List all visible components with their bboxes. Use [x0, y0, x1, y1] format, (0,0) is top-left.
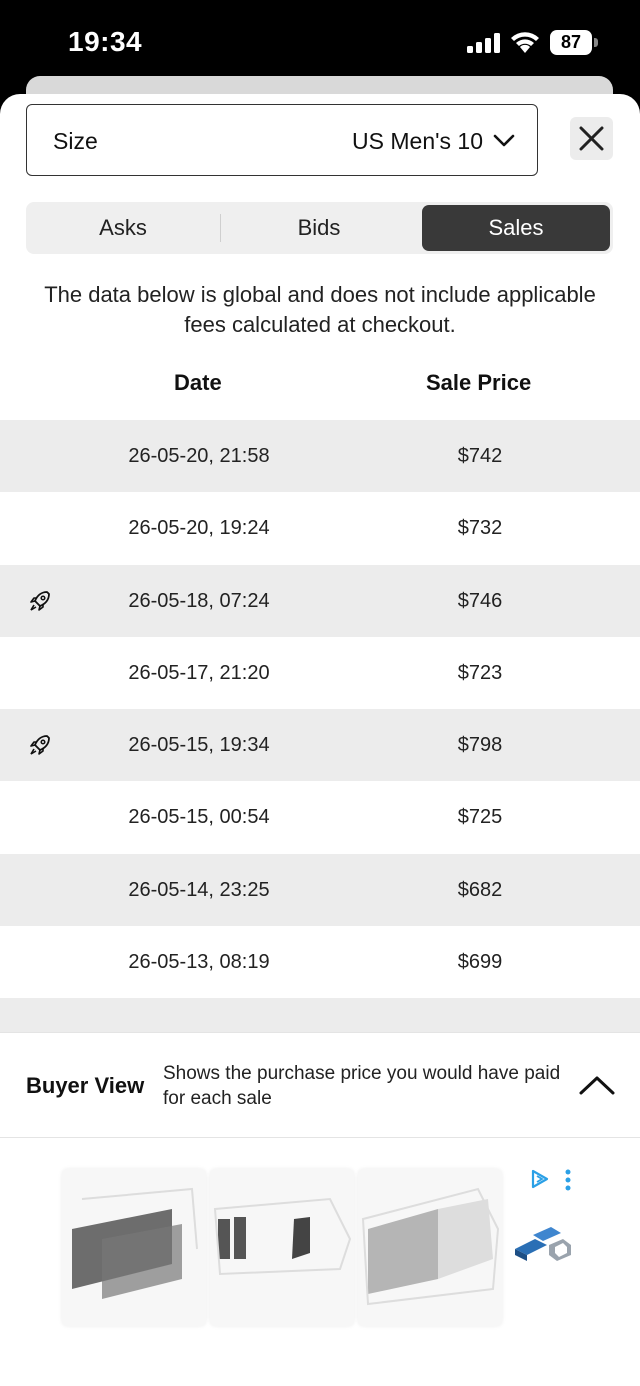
table-row: 26-05-15, 00:54 $725: [0, 781, 640, 853]
sale-price: $723: [457, 661, 503, 684]
status-bar: 19:34 87: [0, 0, 640, 86]
sale-date: 26-05-17, 21:20: [128, 661, 270, 684]
tab-sales[interactable]: Sales: [422, 205, 610, 251]
battery-indicator: 87: [550, 30, 598, 55]
table-row: 26-05-20, 19:24 $732: [0, 492, 640, 564]
sale-price: $798: [457, 734, 503, 757]
table-row: 26-05-20, 21:58 $742: [0, 420, 640, 493]
status-time: 19:34: [68, 26, 143, 57]
sale-date: 26-05-18, 07:24: [128, 589, 270, 612]
sale-date: 26-05-20, 19:24: [128, 517, 270, 540]
tab-bids[interactable]: Bids: [221, 202, 417, 254]
ad-product-image[interactable]: [210, 1169, 354, 1326]
column-header-sale-price: Sale Price: [426, 370, 532, 395]
sale-price: $725: [457, 806, 503, 829]
battery-level: 87: [550, 30, 592, 55]
sales-history-sheet: Size US Men's 10 Asks Bids Sales The dat…: [0, 94, 640, 1386]
sale-date: 26-05-15, 00:54: [128, 806, 270, 829]
sale-price: $742: [457, 445, 503, 467]
table-row: 26-05-18, 07:24 $746: [0, 564, 640, 637]
buyer-view-description: Shows the purchase price you would have …: [163, 1063, 561, 1109]
ad-product-image[interactable]: [358, 1169, 502, 1326]
table-row-partial: [0, 998, 640, 1032]
column-header-date: Date: [174, 370, 222, 395]
close-button[interactable]: [570, 117, 613, 160]
size-value: US Men's 10: [352, 128, 483, 154]
sale-price: $732: [457, 517, 503, 540]
table-row: 26-05-15, 19:34 $798: [0, 709, 640, 782]
ad-product-image[interactable]: [62, 1169, 206, 1326]
sale-date: 26-05-13, 08:19: [128, 951, 270, 974]
size-label: Size: [53, 128, 98, 154]
table-row: 26-05-13, 08:19 $699: [0, 926, 640, 998]
sale-price: $699: [457, 951, 503, 974]
buyer-view-bar[interactable]: Buyer View Shows the purchase price you …: [0, 1032, 640, 1138]
battery-nub: [594, 38, 598, 47]
van-interior-image: [361, 1187, 500, 1306]
sale-price: $746: [457, 589, 503, 612]
sales-table[interactable]: 26-05-20, 21:58 $742 26-05-20, 19:24 $732 26…: [0, 420, 640, 1032]
tab-bar: Asks Bids Sales: [26, 202, 613, 254]
ad-choices-icon[interactable]: [530, 1169, 550, 1189]
ad-banner[interactable]: [0, 1139, 640, 1386]
table-row: 26-05-17, 21:20 $723: [0, 637, 640, 709]
wifi-icon: [511, 32, 539, 53]
rocket-icon: [28, 733, 52, 757]
sale-price: $682: [457, 878, 503, 901]
tab-asks[interactable]: Asks: [26, 202, 220, 254]
size-selector[interactable]: Size US Men's 10: [26, 104, 538, 176]
van-panel-image: [72, 1187, 198, 1299]
sale-date: 26-05-15, 19:34: [128, 734, 270, 757]
table-row: 26-05-14, 23:25 $682: [0, 853, 640, 927]
van-floor-image: [213, 1197, 352, 1276]
ad-menu-icon[interactable]: [563, 1169, 573, 1191]
advertiser-logo-icon[interactable]: [513, 1221, 575, 1265]
data-notice: The data below is global and does not in…: [44, 282, 596, 337]
sale-date: 26-05-14, 23:25: [128, 878, 270, 901]
chevron-down-icon: [493, 134, 515, 147]
cellular-signal-icon: [467, 33, 500, 53]
rocket-icon: [28, 589, 52, 613]
chevron-up-icon[interactable]: [578, 1073, 616, 1097]
close-icon: [579, 126, 604, 151]
sale-date: 26-05-20, 21:58: [128, 445, 270, 467]
buyer-view-title: Buyer View: [26, 1073, 145, 1098]
